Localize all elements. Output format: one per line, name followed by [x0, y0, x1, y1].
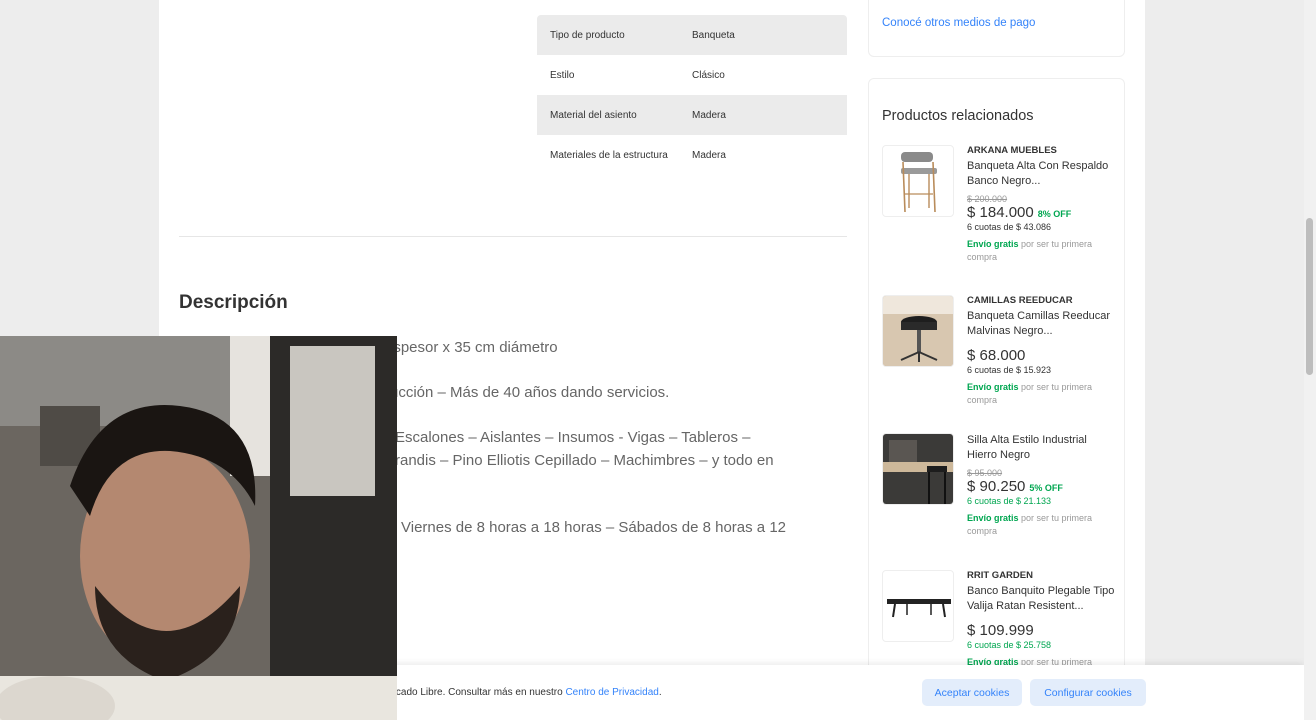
industrial-chair-image[interactable]	[882, 433, 954, 505]
payment-methods-link[interactable]: Conocé otros medios de pago	[882, 17, 1035, 29]
spec-row: Tipo de producto Banqueta	[537, 15, 847, 55]
folding-bench-image[interactable]	[882, 570, 954, 642]
shipping-text: Envío gratis por ser tu primera compra	[967, 512, 1117, 538]
section-divider	[179, 236, 847, 237]
webcam-video-image	[0, 336, 397, 720]
product-price: $ 184.000	[967, 204, 1034, 221]
cookie-text-suffix: .	[658, 687, 662, 698]
installments-text: 6 cuotas de $ 25.758	[967, 640, 1052, 650]
description-line: espesor x 35 cm diámetro	[385, 339, 558, 356]
product-price: $ 90.250	[967, 478, 1026, 495]
product-name[interactable]: Banqueta Alta Con Respaldo Banco Negro..…	[967, 159, 1117, 189]
price-row: $ 109.999	[967, 622, 1117, 639]
discount-badge: 8% OFF	[1037, 209, 1072, 219]
shipping-text: Envío gratis por ser tu primera compra	[967, 238, 1117, 264]
discount-badge: 5% OFF	[1029, 483, 1063, 493]
spec-value: Madera	[692, 149, 726, 161]
shipping-text: Envío gratis por ser tu primera compra	[967, 381, 1117, 407]
description-title: Descripción	[179, 292, 288, 313]
description-line: randis – Pino Elliotis Cepillado – Machi…	[395, 452, 774, 469]
free-shipping-label: Envío gratis	[967, 513, 1019, 523]
payment-box: Conocé otros medios de pago	[868, 0, 1125, 57]
spec-key: Estilo	[550, 69, 575, 81]
scrollbar-thumb[interactable]	[1306, 218, 1313, 375]
installments-text: 6 cuotas de $ 43.086	[967, 222, 1052, 232]
description-line: Viernes de 8 horas a 18 horas – Sábados …	[401, 519, 786, 536]
accept-cookies-button[interactable]: Aceptar cookies	[922, 679, 1022, 706]
spec-value: Madera	[692, 109, 726, 121]
related-products-panel: Productos relacionados ARKANA MUEBLES Ba…	[868, 78, 1125, 720]
product-name[interactable]: Banqueta Camillas Reeducar Malvinas Negr…	[967, 309, 1117, 339]
free-shipping-label: Envío gratis	[967, 382, 1019, 392]
spec-row: Material del asiento Madera	[537, 95, 847, 135]
product-name[interactable]: Silla Alta Estilo Industrial Hierro Negr…	[967, 433, 1117, 463]
spec-row: Estilo Clásico	[537, 55, 847, 95]
cookie-text: ercado Libre. Consultar más en nuestro C…	[387, 687, 662, 698]
spec-row: Materiales de la estructura Madera	[537, 135, 847, 175]
related-products-title: Productos relacionados	[882, 108, 1034, 124]
product-price: $ 109.999	[967, 622, 1034, 639]
description-line: Escalones – Aislantes – Insumos - Vigas …	[395, 429, 751, 446]
product-old-price: $ 200.000	[967, 194, 1008, 204]
spec-key: Material del asiento	[550, 109, 637, 121]
product-name[interactable]: Banco Banquito Plegable Tipo Valija Rata…	[967, 584, 1117, 614]
price-row: $ 90.250 5% OFF	[967, 478, 1117, 495]
product-brand: ARKANA MUEBLES	[967, 145, 1057, 156]
configure-cookies-button[interactable]: Configurar cookies	[1030, 679, 1146, 706]
product-info: ARKANA MUEBLES Banqueta Alta Con Respald…	[967, 145, 1117, 264]
spec-value: Banqueta	[692, 29, 735, 41]
webcam-overlay	[0, 336, 397, 720]
product-brand: RRIT GARDEN	[967, 570, 1033, 581]
installments-text: 6 cuotas de $ 21.133	[967, 496, 1052, 506]
product-info: CAMILLAS REEDUCAR Banqueta Camillas Reed…	[967, 295, 1117, 407]
installments-text: 6 cuotas de $ 15.923	[967, 365, 1052, 375]
round-stool-image[interactable]	[882, 295, 954, 367]
cookie-text-prefix: ercado Libre. Consultar más en nuestro	[387, 687, 566, 698]
specs-table: Tipo de producto Banqueta Estilo Clásico…	[537, 15, 847, 175]
spec-key: Tipo de producto	[550, 29, 625, 41]
product-price: $ 68.000	[967, 347, 1026, 364]
spec-key: Materiales de la estructura	[550, 149, 668, 161]
privacy-center-link[interactable]: Centro de Privacidad	[565, 687, 658, 698]
product-old-price: $ 95.000	[967, 468, 1003, 478]
price-row: $ 68.000	[967, 347, 1117, 364]
product-brand: CAMILLAS REEDUCAR	[967, 295, 1073, 306]
free-shipping-label: Envío gratis	[967, 239, 1019, 249]
description-line: rucción – Más de 40 años dando servicios…	[385, 384, 670, 401]
product-info: Silla Alta Estilo Industrial Hierro Negr…	[967, 433, 1117, 538]
spec-value: Clásico	[692, 69, 725, 81]
product-info: RRIT GARDEN Banco Banquito Plegable Tipo…	[967, 570, 1117, 669]
bar-stool-image[interactable]	[882, 145, 954, 217]
price-row: $ 184.000 8% OFF	[967, 204, 1117, 221]
